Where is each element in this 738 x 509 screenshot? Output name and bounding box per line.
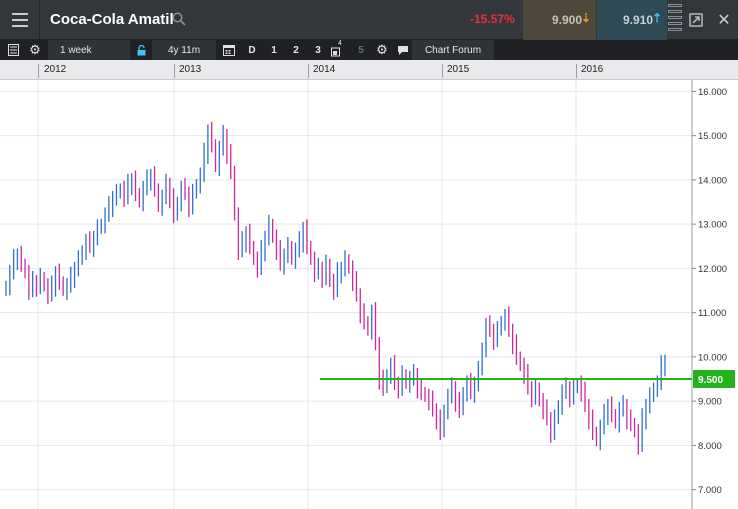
arrow-up-icon: ⇡ (651, 11, 662, 25)
y-tick-label: 9.000 (698, 397, 722, 408)
period-1-button[interactable]: 1 (265, 40, 283, 60)
layout-icon[interactable] (4, 40, 22, 60)
price-chart[interactable]: 7.000 8.000 9.000 10.000 11.000 12.000 13.000 1… (0, 80, 738, 509)
price-chart-svg[interactable]: 7.000 8.000 9.000 10.000 11.000 12.000 13.000 1… (0, 80, 738, 509)
close-icon[interactable]: ✕ (710, 0, 738, 40)
chart-window: Coca-Cola Amatil -15.57% 9.900 ⇣ 9.910 ⇡… (0, 0, 738, 509)
chart-toolbar: ⚙ 1 week 4y 11m D 1 2 3 4 5 ⚙ Chart Foru… (0, 40, 738, 60)
year-timeline: 2012 2013 2014 2015 2016 (0, 60, 738, 80)
gear-icon[interactable]: ⚙ (373, 40, 391, 60)
chat-icon[interactable] (396, 40, 410, 60)
buy-price: 9.910 (622, 13, 653, 27)
period-4-label: 4 (338, 40, 342, 47)
gear-icon[interactable]: ⚙ (26, 40, 44, 60)
sell-price-button[interactable]: 9.900 ⇣ (523, 0, 596, 40)
period-d-button[interactable]: D (243, 40, 261, 60)
period-5-button[interactable]: 5 (352, 40, 370, 60)
y-tick-label: 7.000 (698, 485, 722, 496)
arrow-down-icon: ⇣ (580, 11, 591, 25)
y-tick-label: 11.000 (698, 308, 726, 319)
period-4-button[interactable]: 4 (329, 40, 345, 60)
year-label: 2014 (313, 64, 336, 75)
y-tick-label: 8.000 (698, 441, 722, 452)
price-change: -15.57% (470, 12, 515, 26)
menu-icon[interactable] (0, 0, 40, 40)
y-tick-label: 13.000 (698, 220, 727, 231)
year-label: 2013 (179, 64, 202, 75)
support-line-label: 9.500 (698, 375, 723, 386)
year-label: 2012 (44, 64, 67, 75)
sell-price: 9.900 (551, 13, 582, 27)
buy-price-button[interactable]: 9.910 ⇡ (597, 0, 667, 40)
y-tick-label: 10.000 (698, 352, 727, 363)
lock-icon[interactable] (134, 40, 148, 60)
year-label: 2015 (447, 64, 470, 75)
interval-select[interactable]: 1 week (48, 40, 130, 60)
popout-icon[interactable] (684, 0, 708, 40)
y-tick-label: 12.000 (698, 264, 727, 275)
y-tick-label: 14.000 (698, 175, 727, 186)
instrument-title: Coca-Cola Amatil (50, 11, 174, 28)
range-select[interactable]: 4y 11m (152, 40, 216, 60)
title-bar: Coca-Cola Amatil -15.57% 9.900 ⇣ 9.910 ⇡… (0, 0, 738, 40)
year-label: 2016 (581, 64, 604, 75)
chart-forum-button[interactable]: Chart Forum (412, 40, 494, 60)
y-tick-label: 16.000 (698, 87, 727, 98)
price-ladder-icon[interactable] (668, 4, 682, 36)
search-icon[interactable] (172, 12, 186, 26)
period-3-button[interactable]: 3 (309, 40, 327, 60)
period-2-button[interactable]: 2 (287, 40, 305, 60)
y-tick-label: 15.000 (698, 131, 727, 142)
calendar-icon[interactable] (220, 40, 238, 60)
